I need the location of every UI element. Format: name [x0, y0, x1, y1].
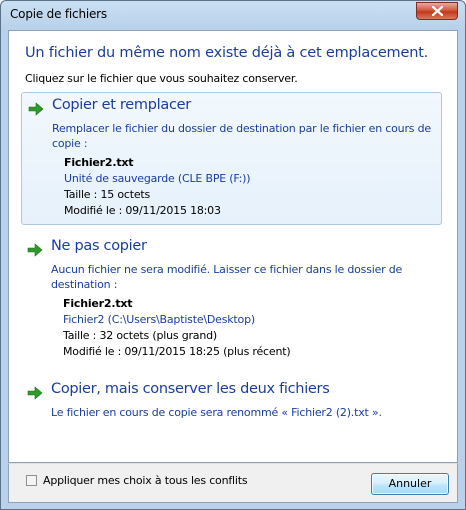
- dialog-window: Copie de fichiers Un fichier du même nom…: [0, 0, 466, 510]
- option-do-not-copy[interactable]: Ne pas copier Aucun fichier ne sera modi…: [21, 234, 442, 367]
- file-name: Fichier2.txt: [64, 156, 134, 169]
- file-name: Fichier2.txt: [63, 297, 133, 310]
- main-instruction: Un fichier du même nom existe déjà à cet…: [25, 45, 429, 61]
- close-icon: [432, 6, 443, 16]
- file-modified: Modifié le : 09/11/2015 18:03: [64, 204, 221, 217]
- option-keep-both[interactable]: Copier, mais conserver les deux fichiers…: [21, 377, 442, 429]
- option-title: Copier, mais conserver les deux fichiers: [51, 381, 330, 397]
- apply-all-label: Appliquer mes choix à tous les conflits: [43, 474, 248, 487]
- option-description: Remplacer le fichier du dossier de desti…: [52, 122, 431, 150]
- green-arrow-icon: [27, 243, 43, 257]
- cancel-button[interactable]: Annuler: [371, 473, 449, 495]
- file-modified: Modifié le : 09/11/2015 18:25 (plus réce…: [63, 345, 291, 358]
- dialog-content: Un fichier du même nom existe déjà à cet…: [8, 30, 458, 463]
- file-size: Taille : 15 octets: [64, 188, 151, 201]
- option-description: Aucun fichier ne sera modifié. Laisser c…: [51, 263, 403, 291]
- apply-all-checkbox[interactable]: [26, 475, 37, 486]
- option-title: Copier et remplacer: [52, 97, 191, 113]
- file-location: Unité de sauvegarde (CLE BPE (F:)): [64, 172, 251, 185]
- sub-instruction: Cliquez sur le fichier que vous souhaite…: [25, 72, 298, 85]
- window-title: Copie de fichiers: [10, 7, 107, 21]
- option-title: Ne pas copier: [51, 238, 147, 254]
- title-bar: Copie de fichiers: [1, 1, 465, 29]
- dialog-footer: Appliquer mes choix à tous les conflits …: [8, 463, 458, 503]
- source-file-info: Fichier2.txt Unité de sauvegarde (CLE BP…: [64, 155, 251, 219]
- destination-file-info: Fichier2.txt Fichier2 (C:\Users\Baptiste…: [63, 296, 291, 360]
- option-copy-replace[interactable]: Copier et remplacer Remplacer le fichier…: [21, 92, 442, 225]
- apply-all-option[interactable]: Appliquer mes choix à tous les conflits: [26, 474, 248, 487]
- close-button[interactable]: [416, 2, 458, 20]
- file-location: Fichier2 (C:\Users\Baptiste\Desktop): [63, 313, 255, 326]
- green-arrow-icon: [28, 102, 44, 116]
- option-description: Le fichier en cours de copie sera renomm…: [51, 406, 382, 419]
- green-arrow-icon: [27, 386, 43, 400]
- file-size: Taille : 32 octets (plus grand): [63, 329, 217, 342]
